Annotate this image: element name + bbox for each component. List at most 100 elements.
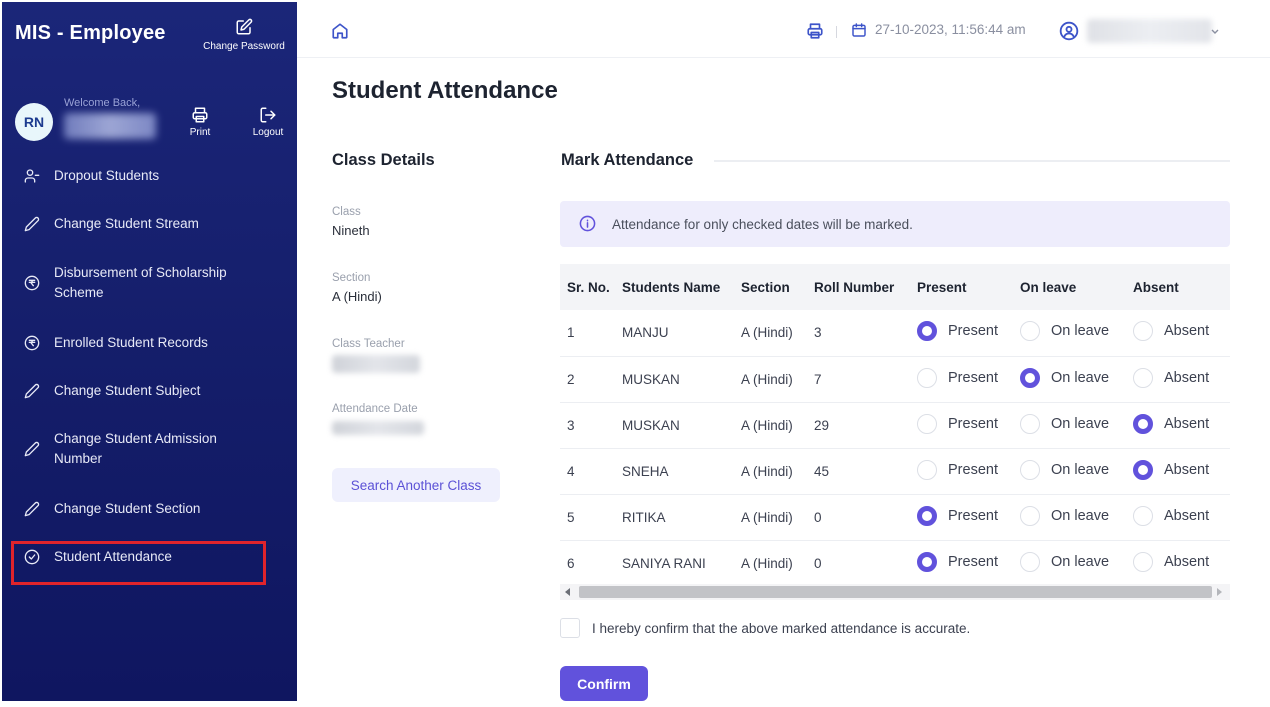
leave-radio-option[interactable]: On leave xyxy=(1020,459,1109,480)
absent-radio-option[interactable]: Absent xyxy=(1133,367,1209,388)
leave-radio[interactable] xyxy=(1020,321,1040,342)
column-header-section: Section xyxy=(741,264,814,310)
sidebar-item-change-student-subject[interactable]: Change Student Subject xyxy=(24,381,284,401)
logout-icon xyxy=(260,107,276,123)
scroll-right-arrow[interactable] xyxy=(1217,588,1222,596)
sidebar-item-label: Dropout Students xyxy=(54,168,160,183)
sidebar-item-dropout-students[interactable]: Dropout Students xyxy=(24,166,284,186)
horizontal-scrollbar[interactable] xyxy=(560,584,1230,600)
leave-radio-label: On leave xyxy=(1051,415,1110,432)
present-radio[interactable] xyxy=(917,459,937,480)
leave-cell: On leave xyxy=(1020,494,1133,541)
calendar-icon xyxy=(852,23,866,37)
section-cell: A (Hindi) xyxy=(741,555,793,571)
user-circle-icon[interactable] xyxy=(1059,21,1079,41)
present-radio[interactable] xyxy=(917,551,937,572)
leave-radio[interactable] xyxy=(1020,505,1040,526)
leave-radio-option[interactable]: On leave xyxy=(1020,321,1109,342)
change-password-button[interactable]: Change Password xyxy=(199,18,289,52)
logout-button[interactable]: Logout xyxy=(246,106,290,138)
leave-radio-option[interactable]: On leave xyxy=(1020,505,1109,526)
absent-radio[interactable] xyxy=(1133,321,1153,342)
leave-radio[interactable] xyxy=(1020,367,1040,388)
sr-no-cell: 3 xyxy=(560,402,622,449)
absent-radio-label: Absent xyxy=(1164,415,1210,432)
class-teacher-label: Class Teacher xyxy=(332,338,405,350)
leave-radio[interactable] xyxy=(1020,459,1040,480)
header-divider xyxy=(836,26,837,38)
leave-radio[interactable] xyxy=(1020,551,1040,572)
pencil-icon xyxy=(24,383,40,399)
sidebar-item-scholarship-disbursement[interactable]: Disbursement of Scholarship Scheme xyxy=(24,263,284,303)
absent-radio[interactable] xyxy=(1133,551,1153,572)
roll-number-cell: 45 xyxy=(814,448,917,495)
chevron-down-icon[interactable] xyxy=(1210,26,1220,36)
present-cell: Present xyxy=(917,494,1020,541)
printer-icon[interactable] xyxy=(806,22,824,40)
info-text: Attendance for only checked dates will b… xyxy=(612,217,913,232)
print-button[interactable]: Print xyxy=(178,106,222,138)
present-radio-option[interactable]: Present xyxy=(917,321,998,342)
absent-cell: Absent xyxy=(1133,402,1230,449)
absent-cell: Absent xyxy=(1133,540,1230,586)
sidebar-item-change-student-stream[interactable]: Change Student Stream xyxy=(24,214,284,234)
section-cell: A (Hindi) xyxy=(741,448,814,495)
absent-radio[interactable] xyxy=(1133,413,1153,434)
brand-title: MIS - Employee xyxy=(15,22,166,44)
attendance-table-body: 1 MANJU A (Hindi) 3 Present On leave Absent 2 MU… xyxy=(560,310,1230,586)
present-cell: Present xyxy=(917,448,1020,495)
absent-radio-option[interactable]: Absent xyxy=(1133,413,1210,434)
absent-radio-option[interactable]: Absent xyxy=(1133,505,1210,526)
leave-radio-option[interactable]: On leave xyxy=(1020,367,1110,388)
leave-radio-option[interactable]: On leave xyxy=(1020,413,1110,434)
present-radio[interactable] xyxy=(917,505,937,526)
section-cell: A (Hindi) xyxy=(741,402,814,449)
column-header-roll-number: Roll Number xyxy=(814,264,917,310)
present-radio-option[interactable]: Present xyxy=(917,505,998,526)
present-radio[interactable] xyxy=(917,367,937,388)
search-another-class-button[interactable]: Search Another Class xyxy=(332,468,500,502)
absent-radio-label: Absent xyxy=(1164,507,1210,524)
absent-radio[interactable] xyxy=(1133,367,1153,388)
rupee-icon xyxy=(24,275,40,291)
present-radio-option[interactable]: Present xyxy=(917,413,998,434)
absent-radio[interactable] xyxy=(1133,505,1153,526)
present-radio[interactable] xyxy=(917,413,937,434)
scroll-left-arrow[interactable] xyxy=(565,588,570,596)
present-radio-option[interactable]: Present xyxy=(917,367,998,388)
confirm-button[interactable]: Confirm xyxy=(560,666,648,701)
class-details-title: Class Details xyxy=(332,151,435,169)
sidebar-item-change-admission-number[interactable]: Change Student Admission Number xyxy=(24,429,284,469)
column-header-present: Present xyxy=(917,264,1020,310)
present-radio-option[interactable]: Present xyxy=(917,551,998,572)
sr-no-cell: 1 xyxy=(560,310,622,357)
student-name-cell: RITIKA xyxy=(622,494,741,541)
welcome-text: Welcome Back, xyxy=(64,97,141,109)
home-icon[interactable] xyxy=(331,22,349,40)
leave-radio[interactable] xyxy=(1020,413,1040,434)
sidebar-item-label: Change Student Stream xyxy=(54,216,199,231)
absent-radio-option[interactable]: Absent xyxy=(1133,551,1210,572)
info-icon xyxy=(579,215,596,232)
sidebar-item-label: Enrolled Student Records xyxy=(54,335,208,350)
sr-no-cell: 6 xyxy=(567,555,575,571)
absent-radio-label: Absent xyxy=(1164,553,1210,570)
confirm-accuracy-checkbox[interactable] xyxy=(560,618,580,638)
roll-number-cell: 0 xyxy=(814,494,917,541)
absent-radio-option[interactable]: Absent xyxy=(1133,321,1209,342)
leave-radio-label: On leave xyxy=(1051,369,1110,386)
present-radio[interactable] xyxy=(917,321,937,342)
page-title: Student Attendance xyxy=(332,77,558,104)
present-radio-option[interactable]: Present xyxy=(917,459,998,480)
leave-radio-option[interactable]: On leave xyxy=(1020,551,1109,572)
leave-cell: On leave xyxy=(1020,356,1133,403)
absent-radio[interactable] xyxy=(1133,459,1153,480)
absent-radio-option[interactable]: Absent xyxy=(1133,459,1209,480)
absent-cell: Absent xyxy=(1133,310,1230,357)
rupee-icon xyxy=(24,335,40,351)
user-menu-redacted[interactable] xyxy=(1087,19,1212,43)
scrollbar-thumb[interactable] xyxy=(579,586,1212,598)
sidebar-item-change-student-section[interactable]: Change Student Section xyxy=(24,499,284,519)
column-header-absent: Absent xyxy=(1133,264,1230,310)
sidebar-item-enrolled-student-records[interactable]: Enrolled Student Records xyxy=(24,333,284,353)
